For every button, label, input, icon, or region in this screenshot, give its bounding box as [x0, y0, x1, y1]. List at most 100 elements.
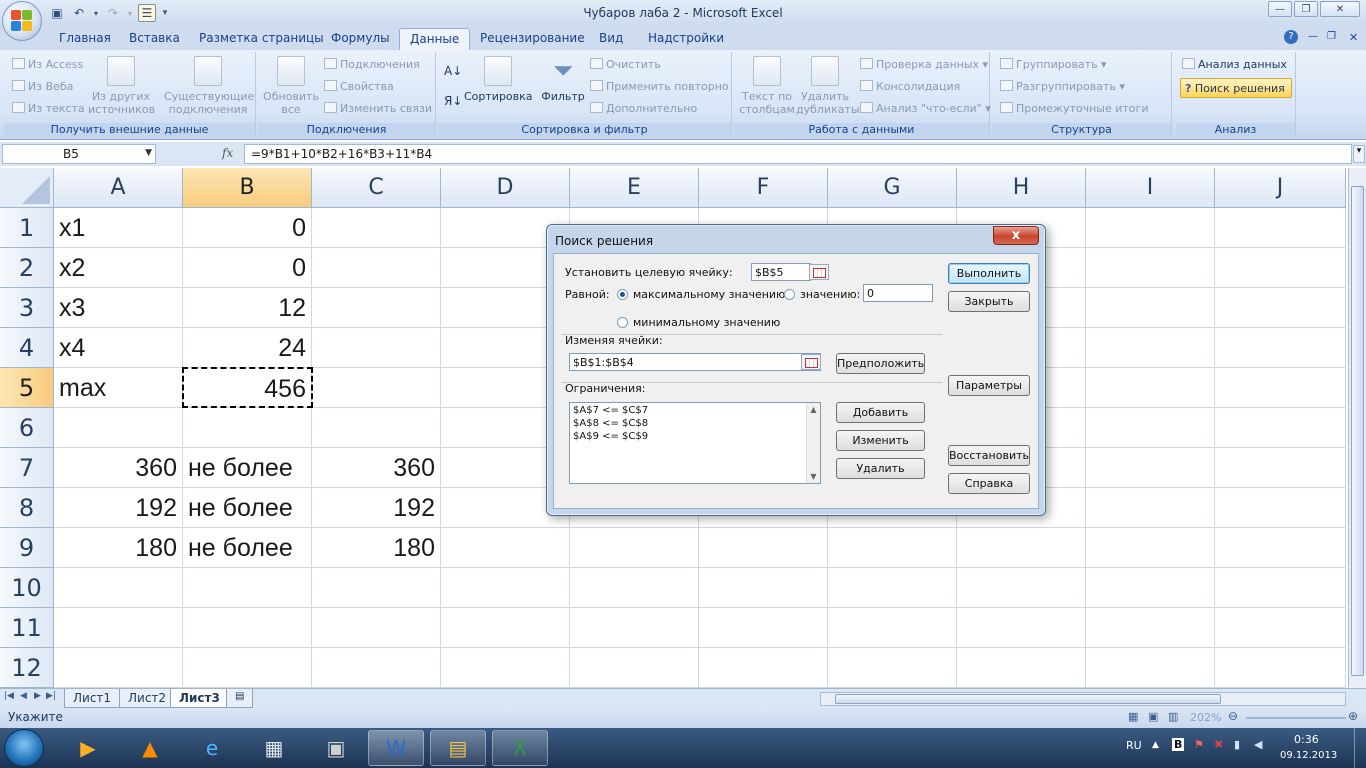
close-button[interactable]: Закрыть [948, 291, 1030, 312]
from-access-button[interactable]: Из Access [12, 58, 83, 71]
grid-cell[interactable] [1086, 208, 1215, 248]
grid-cell[interactable] [312, 208, 441, 248]
grid-cell[interactable] [183, 608, 312, 648]
zoom-slider[interactable] [1246, 717, 1346, 719]
normal-view-icon[interactable]: ▦ [1128, 710, 1138, 723]
column-header-a[interactable]: A [54, 168, 183, 208]
target-cell-input[interactable]: $B$5 [751, 263, 811, 281]
grid-cell[interactable] [1215, 288, 1346, 328]
cell-b7[interactable]: не более [183, 448, 312, 488]
cell-c8[interactable]: 192 [312, 488, 441, 528]
cell-a8[interactable]: 192 [54, 488, 183, 528]
connections-button[interactable]: Подключения [324, 58, 420, 71]
changing-cells-input[interactable]: $B$1:$B$4 [569, 353, 821, 371]
cell-b1[interactable]: 0 [183, 208, 312, 248]
zoom-out-icon[interactable]: ⊖ [1228, 709, 1238, 723]
media-player-icon[interactable]: ▶ [60, 730, 116, 766]
row-header-11[interactable]: 11 [0, 608, 54, 648]
cell-a3[interactable]: x3 [54, 288, 183, 328]
grid-cell[interactable] [312, 368, 441, 408]
column-header-f[interactable]: F [699, 168, 828, 208]
grid-cell[interactable] [441, 608, 570, 648]
explorer-taskbar-icon[interactable]: ▤ [430, 730, 486, 766]
grid-cell[interactable] [828, 528, 957, 568]
cell-c7[interactable]: 360 [312, 448, 441, 488]
existing-connections-button[interactable]: Существующие подключения [164, 56, 254, 116]
grid-cell[interactable] [1086, 568, 1215, 608]
column-header-h[interactable]: H [957, 168, 1086, 208]
workbook-close-icon[interactable]: ✕ [1349, 31, 1358, 44]
grid-cell[interactable] [957, 528, 1086, 568]
list-item[interactable]: $A$7 <= $C$7 [573, 405, 817, 418]
calculator-icon[interactable]: ▦ [246, 730, 302, 766]
clock-date[interactable]: 09.12.2013 [1280, 750, 1337, 761]
tab-addins[interactable]: Надстройки [648, 31, 724, 45]
grid-cell[interactable] [699, 568, 828, 608]
min-label[interactable]: минимальному значению [633, 316, 780, 329]
clock-time[interactable]: 0:36 [1294, 733, 1319, 746]
grid-cell[interactable] [570, 608, 699, 648]
value-of-label[interactable]: значению: [800, 288, 860, 301]
constraints-list[interactable]: $A$7 <= $C$7 $A$8 <= $C$8 $A$9 <= $C$9 ▲… [569, 402, 821, 484]
grid-cell[interactable] [1215, 648, 1346, 688]
cell-b3[interactable]: 12 [183, 288, 312, 328]
row-header-6[interactable]: 6 [0, 408, 54, 448]
page-layout-view-icon[interactable]: ▣ [1148, 710, 1158, 723]
column-header-b[interactable]: B [183, 168, 312, 208]
grid-cell[interactable] [312, 408, 441, 448]
horizontal-scrollbar[interactable] [820, 692, 1346, 706]
horizontal-scroll-thumb[interactable] [835, 694, 1221, 704]
tab-review[interactable]: Рецензирование [480, 31, 585, 45]
clear-button[interactable]: Очистить [590, 58, 661, 71]
row-header-4[interactable]: 4 [0, 328, 54, 368]
remove-duplicates-button[interactable]: Удалить дубликаты [796, 56, 860, 116]
row-header-7[interactable]: 7 [0, 448, 54, 488]
cell-a7[interactable]: 360 [54, 448, 183, 488]
prev-sheet-icon[interactable]: ◀ [20, 691, 27, 701]
show-desktop-button[interactable] [1354, 728, 1366, 768]
grid-cell[interactable] [828, 608, 957, 648]
grid-cell[interactable] [1215, 448, 1346, 488]
grid-cell[interactable] [312, 608, 441, 648]
grid-cell[interactable] [441, 568, 570, 608]
tab-page-layout[interactable]: Разметка страницы [199, 31, 324, 45]
cell-b8[interactable]: не более [183, 488, 312, 528]
grid-cell[interactable] [312, 328, 441, 368]
min-radio[interactable] [617, 317, 628, 328]
grid-cell[interactable] [699, 648, 828, 688]
minimize-icon[interactable]: — [1268, 1, 1292, 17]
start-button[interactable] [4, 729, 44, 767]
first-sheet-icon[interactable]: |◀ [4, 691, 14, 701]
tab-data[interactable]: Данные [399, 28, 471, 51]
tab-insert[interactable]: Вставка [129, 31, 180, 45]
sheet-tab-1[interactable]: Лист1 [64, 689, 121, 708]
select-all-corner[interactable] [0, 168, 54, 208]
grid-cell[interactable] [1215, 328, 1346, 368]
row-header-1[interactable]: 1 [0, 208, 54, 248]
sheet-tab-3[interactable]: Лист3 [170, 689, 229, 708]
tab-home[interactable]: Главная [59, 31, 111, 45]
name-box[interactable]: B5 ▼ [2, 144, 156, 164]
from-other-sources-button[interactable]: Из других источников [88, 56, 155, 116]
column-header-i[interactable]: I [1086, 168, 1215, 208]
flag-icon[interactable]: ⚑ [1194, 738, 1204, 751]
zoom-in-icon[interactable]: ⊕ [1348, 709, 1358, 723]
constraints-scrollbar[interactable]: ▲ ▼ [806, 403, 820, 483]
close-window-icon[interactable]: ✕ [1320, 1, 1360, 17]
page-break-view-icon[interactable]: ▥ [1168, 710, 1178, 723]
word-taskbar-icon[interactable]: W [368, 730, 424, 766]
from-web-button[interactable]: Из Веба [12, 80, 73, 93]
ribbon-restore-icon[interactable]: ❐ [1327, 31, 1336, 42]
row-header-12[interactable]: 12 [0, 648, 54, 688]
data-analysis-button[interactable]: Анализ данных [1182, 58, 1287, 71]
cell-a1[interactable]: x1 [54, 208, 183, 248]
grid-cell[interactable] [183, 568, 312, 608]
sort-za-icon[interactable]: Я↓ [444, 94, 462, 108]
cell-b9[interactable]: не более [183, 528, 312, 568]
text-to-columns-button[interactable]: Текст по столбцам [736, 56, 798, 116]
grid-cell[interactable] [1086, 328, 1215, 368]
grid-cell[interactable] [828, 648, 957, 688]
grid-cell[interactable] [183, 408, 312, 448]
chevron-down-icon[interactable]: ▼ [807, 472, 820, 481]
program-icon[interactable]: ▣ [308, 730, 364, 766]
